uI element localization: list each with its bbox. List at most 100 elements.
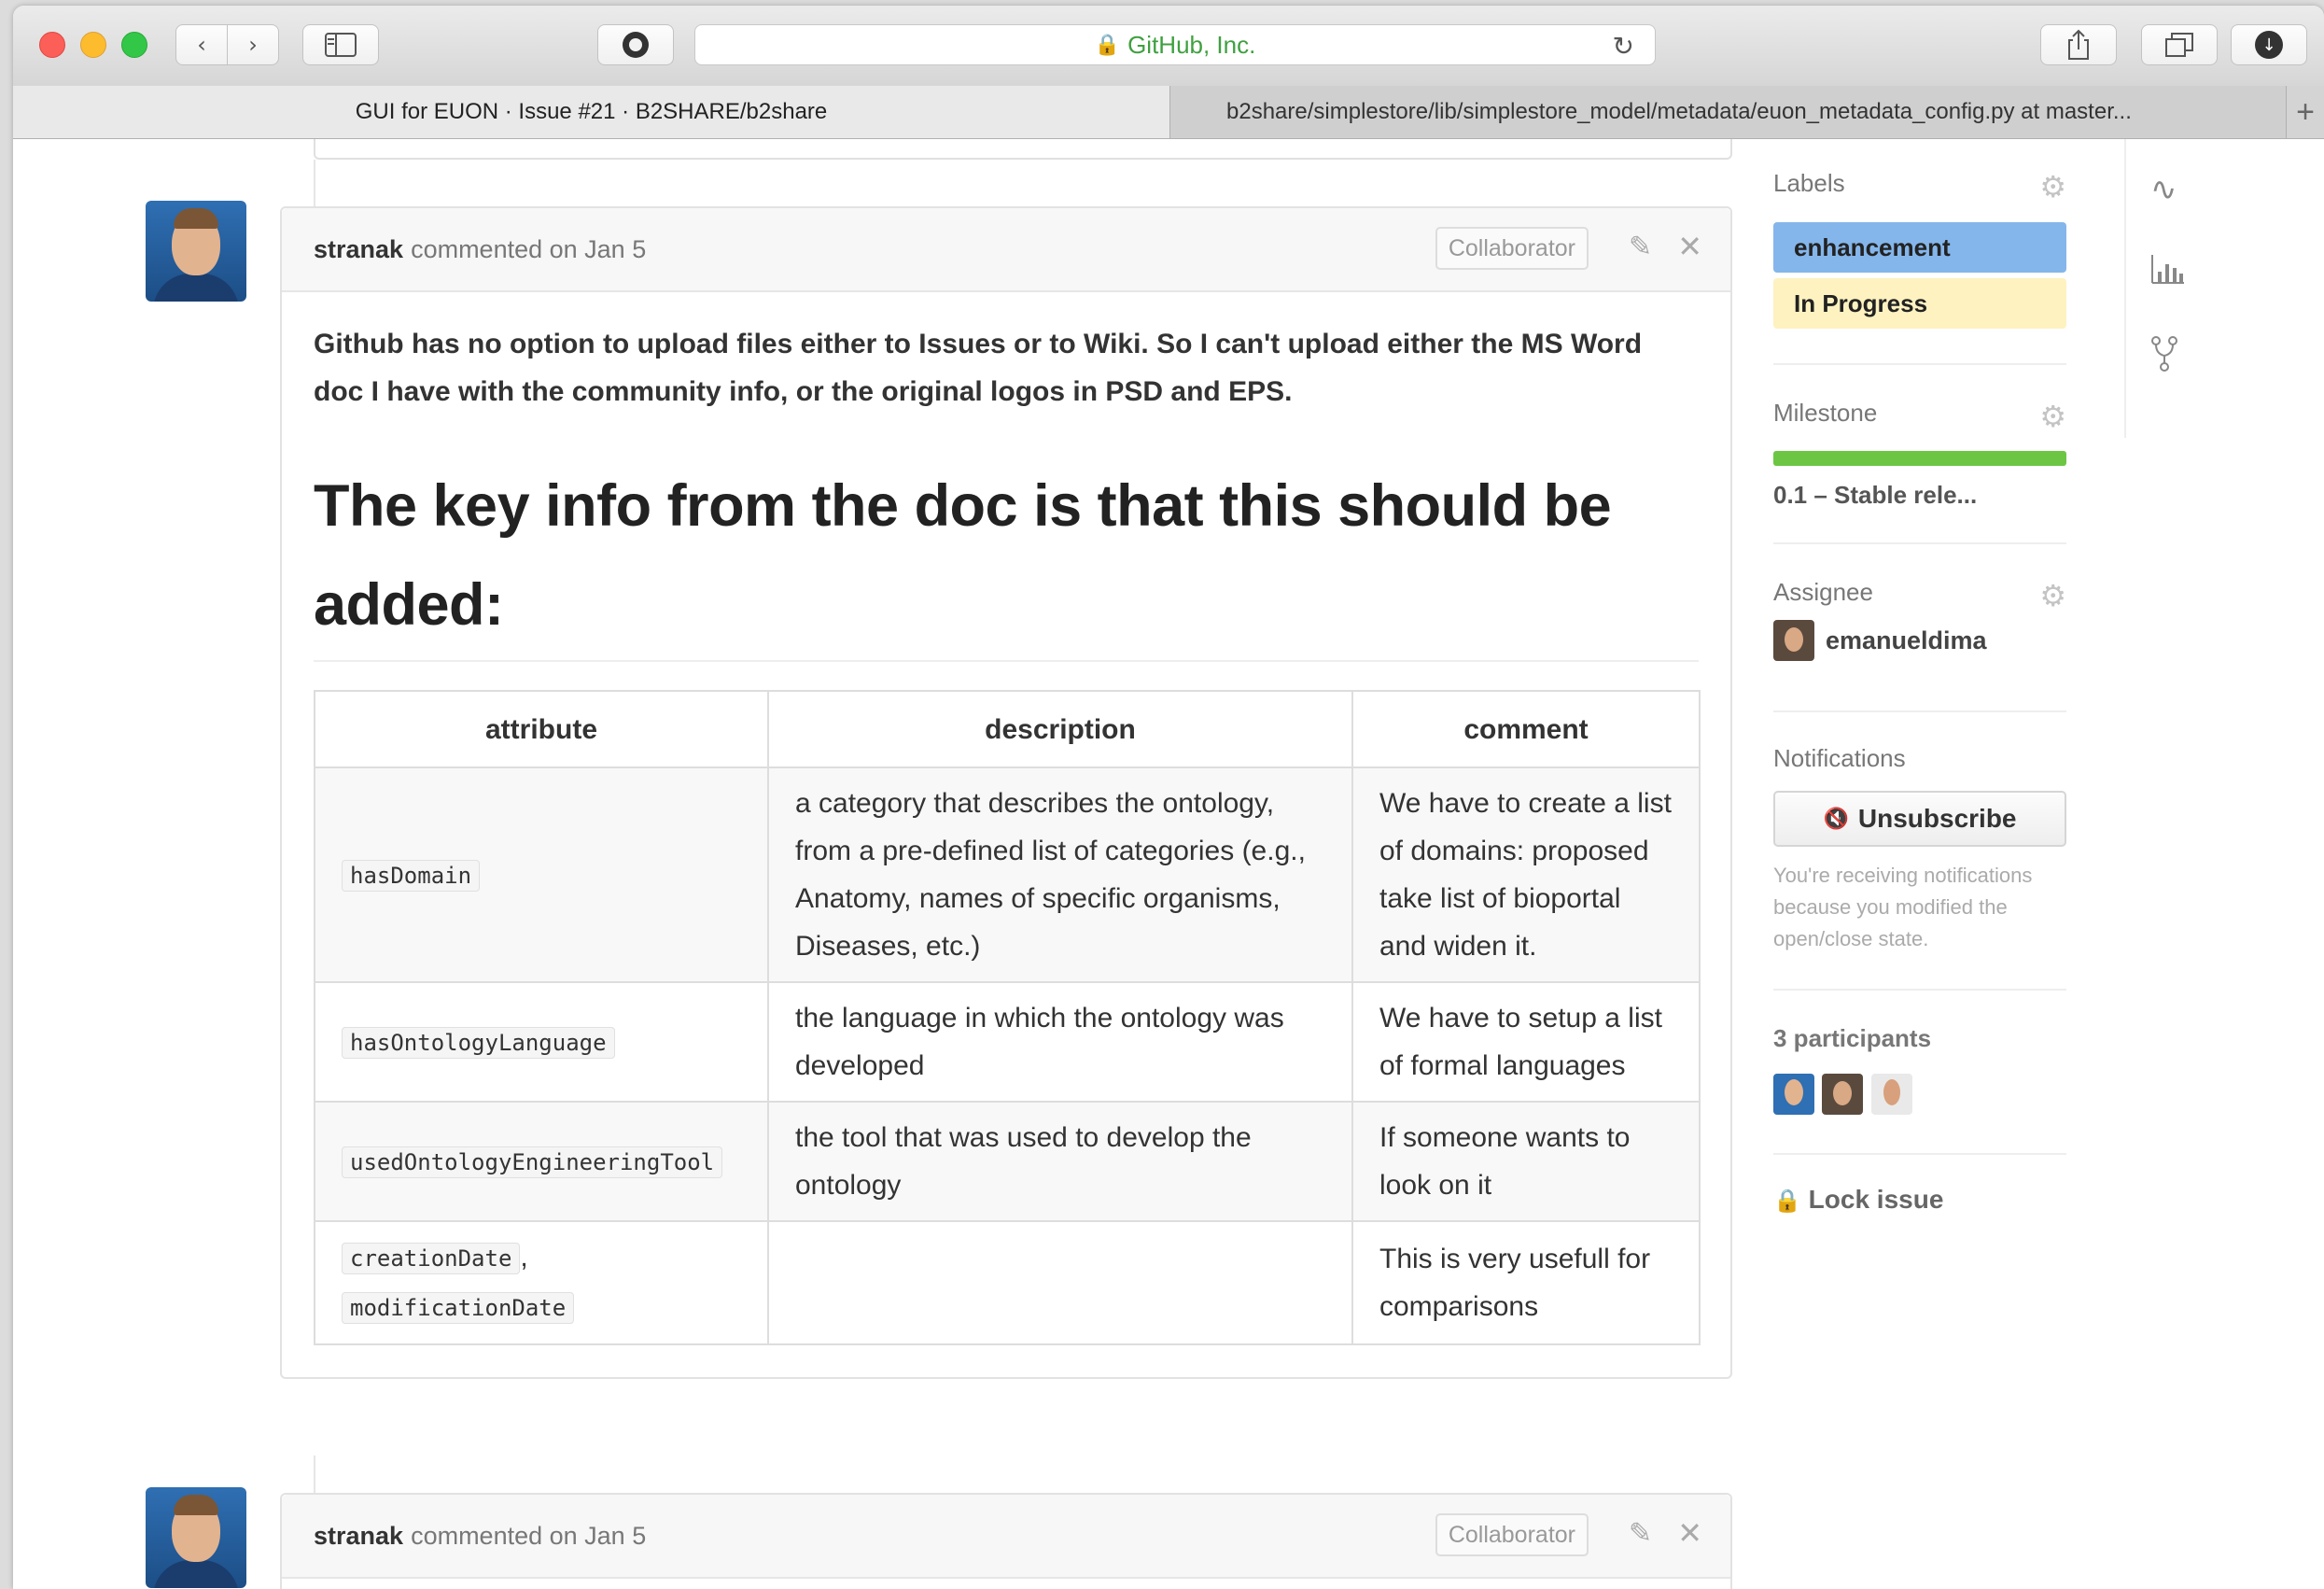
- milestone-gear-icon[interactable]: ⚙: [2039, 399, 2066, 434]
- chevron-left-icon: ‹: [197, 32, 206, 58]
- label-in-progress[interactable]: In Progress: [1773, 278, 2066, 329]
- edit-icon[interactable]: ✎: [1629, 231, 1652, 263]
- tab-source-file[interactable]: b2share/simplestore/lib/simplestore_mode…: [1170, 86, 2287, 138]
- table-cell-comment: We have to setup a list of formal langua…: [1351, 981, 1701, 1103]
- back-button[interactable]: ‹: [175, 24, 228, 65]
- lock-issue-link[interactable]: 🔒 Lock issue: [1773, 1185, 1943, 1215]
- label-enhancement[interactable]: enhancement: [1773, 222, 2066, 273]
- comment-author[interactable]: stranak: [314, 235, 403, 264]
- table-row: hasDomain a category that describes the …: [314, 766, 1701, 983]
- avatar[interactable]: [1870, 1074, 1912, 1115]
- avatar[interactable]: [146, 1487, 246, 1588]
- table-row: creationDate, modificationDate This is v…: [314, 1220, 1701, 1345]
- participants-heading: 3 participants: [1773, 1024, 1932, 1052]
- avatar[interactable]: [146, 201, 246, 302]
- table-cell-comment: This is very usefull for comparisons: [1351, 1220, 1701, 1345]
- unsubscribe-label: Unsubscribe: [1857, 804, 2017, 833]
- address-bar[interactable]: 🔒 GitHub, Inc. ↻: [694, 24, 1656, 65]
- tab-source-file-label: b2share/simplestore/lib/simplestore_mode…: [1226, 99, 2132, 124]
- table-cell-attribute: usedOntologyEngineeringTool: [314, 1101, 769, 1222]
- assignee-gear-icon[interactable]: ⚙: [2039, 578, 2066, 613]
- milestone-title[interactable]: 0.1 – Stable rele...: [1773, 481, 2066, 510]
- comment-timestamp[interactable]: commented on Jan 5: [411, 1522, 646, 1551]
- attribute-code: hasOntologyLanguage: [342, 1026, 615, 1059]
- pulse-icon[interactable]: ∿: [2150, 171, 2177, 208]
- metadata-table: attribute description comment hasDomain …: [314, 690, 1701, 1345]
- download-icon: ↓: [2255, 31, 2283, 59]
- show-tabs-button[interactable]: [2141, 24, 2218, 65]
- sidebar-toggle-button[interactable]: [302, 24, 379, 65]
- avatar[interactable]: [1773, 1074, 1814, 1115]
- lock-icon: 🔒: [1094, 33, 1121, 56]
- unsubscribe-button[interactable]: 🔇 Unsubscribe: [1773, 791, 2066, 847]
- shield-icon: [623, 32, 649, 58]
- fork-icon[interactable]: [2150, 335, 2178, 381]
- attribute-separator: ,: [520, 1242, 528, 1273]
- table-header-comment: comment: [1351, 690, 1701, 768]
- assignee-name[interactable]: emanueldima: [1826, 626, 1987, 655]
- table-cell-attribute: hasOntologyLanguage: [314, 981, 769, 1103]
- labels-section: Labels ⚙ enhancement In Progress: [1773, 169, 2066, 329]
- milestone-progress-bar: [1773, 451, 2066, 466]
- avatar[interactable]: [1773, 620, 1814, 661]
- table-header-row: attribute description comment: [314, 690, 1701, 768]
- tab-issue[interactable]: GUI for EUON · Issue #21 · B2SHARE/b2sha…: [13, 86, 1170, 138]
- sidebar-divider: [1773, 989, 2066, 991]
- chevron-right-icon: ›: [248, 32, 258, 58]
- graph-bars: [2151, 255, 2184, 284]
- comment-timestamp[interactable]: commented on Jan 5: [411, 235, 646, 264]
- timeline-line: [314, 1455, 315, 1495]
- close-window-button[interactable]: [39, 32, 65, 58]
- attribute-code: usedOntologyEngineeringTool: [342, 1146, 723, 1178]
- avatar[interactable]: [1822, 1074, 1864, 1115]
- share-icon: [2068, 29, 2089, 60]
- new-tab-button[interactable]: +: [2286, 86, 2324, 138]
- labels-heading: Labels: [1773, 169, 1845, 197]
- notifications-heading: Notifications: [1773, 744, 1906, 772]
- table-header-description: description: [767, 690, 1353, 768]
- assignee-row[interactable]: emanueldima: [1773, 620, 2066, 661]
- table-cell-description: the language in which the ontology was d…: [767, 981, 1353, 1103]
- repo-nav-rail: ∿: [2124, 139, 2201, 438]
- comment-header: stranak commented on Jan 5 Collaborator …: [282, 208, 1730, 292]
- sidebar-divider: [1773, 542, 2066, 544]
- notifications-section: Notifications: [1773, 744, 2066, 773]
- notifications-note: You're receiving notifications because y…: [1773, 864, 2033, 950]
- assignee-heading: Assignee: [1773, 578, 1873, 606]
- table-cell-description: [767, 1220, 1353, 1345]
- graph-icon[interactable]: [2150, 253, 2186, 293]
- timeline-line: [314, 160, 315, 208]
- comment-intro: Github has no option to upload files eit…: [314, 329, 1643, 407]
- page-content: stranak commented on Jan 5 Collaborator …: [13, 139, 2324, 1589]
- forward-button[interactable]: ›: [227, 24, 279, 65]
- comment-header: stranak commented on Jan 5 Collaborator …: [282, 1495, 1730, 1579]
- close-icon[interactable]: ✕: [1677, 229, 1702, 264]
- comment: stranak commented on Jan 5 Collaborator …: [280, 206, 1732, 1379]
- table-cell-comment: We have to create a list of domains: pro…: [1351, 766, 1701, 983]
- browser-toolbar: ‹ › 🔒 GitHub, Inc. ↻ ↓: [13, 6, 2324, 87]
- table-cell-attribute: hasDomain: [314, 766, 769, 983]
- previous-comment-edge: [314, 139, 1732, 160]
- comment-author[interactable]: stranak: [314, 1522, 403, 1551]
- minimize-window-button[interactable]: [80, 32, 106, 58]
- comment: stranak commented on Jan 5 Collaborator …: [280, 1493, 1732, 1589]
- attribute-code: hasDomain: [342, 859, 481, 892]
- labels-gear-icon[interactable]: ⚙: [2039, 169, 2066, 204]
- table-cell-description: a category that describes the ontology, …: [767, 766, 1353, 983]
- reload-icon[interactable]: ↻: [1613, 31, 1634, 62]
- extension-button[interactable]: [597, 24, 674, 65]
- address-text: GitHub, Inc.: [1127, 30, 1256, 59]
- share-button[interactable]: [2040, 24, 2117, 65]
- tab-bar: GUI for EUON · Issue #21 · B2SHARE/b2sha…: [13, 86, 2324, 139]
- fork-shape: [2151, 336, 2177, 372]
- comment-body: Github has no option to upload files eit…: [282, 292, 1730, 1377]
- attribute-code: creationDate: [342, 1243, 521, 1274]
- discussion-sidebar: Labels ⚙ enhancement In Progress Milesto…: [1773, 139, 2091, 1446]
- edit-icon[interactable]: ✎: [1629, 1517, 1652, 1550]
- browser-window: ‹ › 🔒 GitHub, Inc. ↻ ↓ GUI for EUON · Is…: [13, 6, 2324, 1589]
- tabs-icon: [2165, 33, 2193, 57]
- lock-icon: 🔒: [1773, 1188, 1801, 1214]
- zoom-window-button[interactable]: [121, 32, 147, 58]
- downloads-button[interactable]: ↓: [2231, 24, 2307, 65]
- close-icon[interactable]: ✕: [1677, 1515, 1702, 1551]
